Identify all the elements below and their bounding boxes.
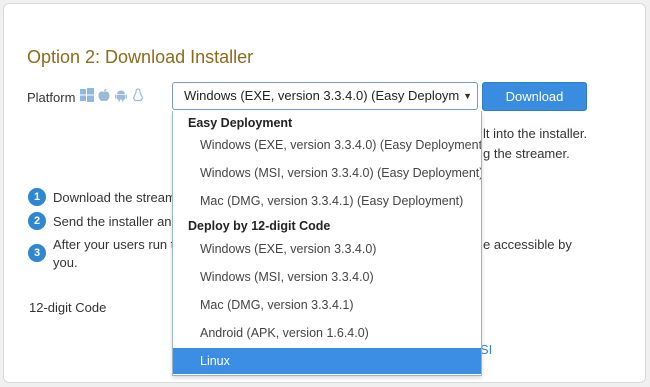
step-text-3-tail: e accessible by (483, 237, 572, 252)
option-mac-dmg-easy[interactable]: Mac (DMG, version 3.3.4.1) (Easy Deploym… (173, 188, 481, 214)
option-windows-msi-easy[interactable]: Windows (MSI, version 3.3.4.0) (Easy Dep… (173, 160, 481, 186)
option-android-apk[interactable]: Android (APK, version 1.6.4.0) (173, 320, 481, 346)
option-windows-exe[interactable]: Windows (EXE, version 3.3.4.0) (173, 236, 481, 262)
step-text-3: After your users run th (53, 237, 182, 252)
code-label: 12-digit Code (29, 300, 107, 315)
installer-dropdown-list: Easy Deployment Windows (EXE, version 3.… (172, 111, 482, 376)
step-text-2: Send the installer and (53, 214, 179, 229)
platform-icons (80, 88, 145, 102)
step-number-2: 2 (28, 212, 46, 230)
obscured-text-line2: g the streamer. (483, 146, 570, 161)
step-text-1: Download the streame (53, 190, 184, 205)
platform-label: Platform (27, 90, 76, 105)
linux-icon (131, 88, 145, 102)
optgroup-easy-deployment: Easy Deployment (188, 116, 293, 130)
download-button[interactable]: Download (482, 82, 587, 111)
section-heading: Option 2: Download Installer (27, 47, 254, 67)
option-linux[interactable]: Linux (173, 348, 481, 374)
optgroup-12-digit-code: Deploy by 12-digit Code (188, 219, 331, 233)
apple-icon (97, 88, 111, 102)
windows-icon (80, 88, 94, 102)
option-windows-msi[interactable]: Windows (MSI, version 3.3.4.0) (173, 264, 481, 290)
step-number-1: 1 (28, 188, 46, 206)
installer-select-value: Windows (EXE, version 3.3.4.0) (Easy Dep… (184, 88, 467, 103)
dropdown-arrow-icon[interactable]: ▼ (459, 83, 472, 109)
android-icon (114, 88, 128, 102)
option-windows-exe-easy[interactable]: Windows (EXE, version 3.3.4.0) (Easy Dep… (173, 132, 481, 158)
obscured-text-line1: lt into the installer. (483, 126, 588, 141)
option-mac-dmg[interactable]: Mac (DMG, version 3.3.4.1) (173, 292, 481, 318)
installer-select[interactable]: Windows (EXE, version 3.3.4.0) (Easy Dep… (172, 82, 478, 110)
step-number-3: 3 (28, 244, 46, 262)
step-text-3-cont: you. (53, 255, 78, 270)
